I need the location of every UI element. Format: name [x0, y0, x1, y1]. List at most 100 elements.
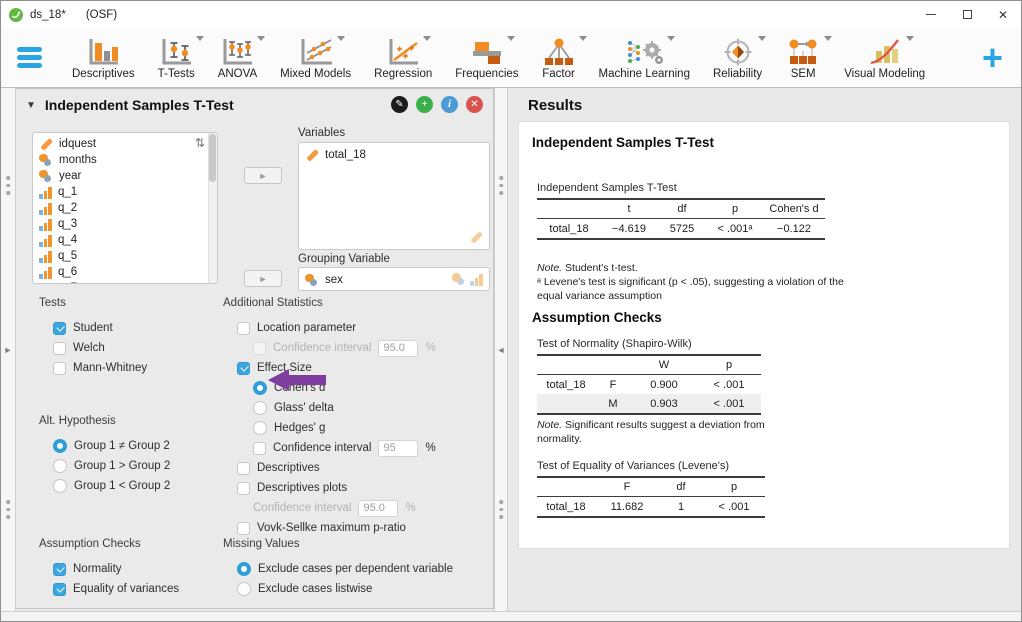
- equality-variances-checkbox[interactable]: [53, 583, 66, 596]
- descriptives-checkbox[interactable]: [237, 462, 250, 475]
- duplicate-analysis-button[interactable]: +: [416, 96, 433, 113]
- variables-scrollbar[interactable]: [208, 133, 217, 283]
- grouping-variable-box[interactable]: sex: [298, 267, 490, 291]
- cohens-d-radio[interactable]: [253, 381, 267, 395]
- move-to-grouping-button[interactable]: ►: [244, 270, 282, 287]
- ttest-section-heading[interactable]: Independent Samples T-Test: [532, 135, 714, 150]
- window-controls: ✕: [913, 1, 1021, 28]
- variable-item[interactable]: q_1: [33, 184, 217, 200]
- ribbon-t-tests[interactable]: T-Tests: [158, 36, 195, 80]
- assumption-checks-heading[interactable]: Assumption Checks: [532, 310, 662, 325]
- less-radio[interactable]: [53, 479, 67, 493]
- variable-item[interactable]: q_7: [33, 280, 217, 284]
- title-bar: ds_18* (OSF) ✕: [1, 1, 1021, 28]
- allowed-types-icons: [452, 273, 483, 286]
- additional-statistics-section: Additional Statistics Location parameter…: [223, 297, 491, 538]
- move-to-variables-button[interactable]: ►: [244, 167, 282, 184]
- results-splitter[interactable]: ◄: [494, 88, 508, 612]
- data-panel-splitter[interactable]: ►: [1, 88, 16, 612]
- descriptives-plots-checkbox[interactable]: [237, 482, 250, 495]
- results-panel: Results Independent Samples T-Test Indep…: [508, 88, 1022, 622]
- ribbon-items: Descriptives T-Tests ANOVA: [72, 36, 925, 80]
- dropdown-caret-icon: [507, 36, 515, 41]
- variables-box[interactable]: total_18: [298, 142, 490, 250]
- two-sided-radio[interactable]: [53, 439, 67, 453]
- ribbon-regression[interactable]: Regression: [374, 36, 432, 80]
- ribbon-machine-learning[interactable]: Machine Learning: [599, 36, 690, 80]
- scrollbar-thumb[interactable]: [209, 134, 216, 182]
- normality-table: W p total_18 F 0.900 < .001 M: [537, 354, 761, 415]
- close-button[interactable]: ✕: [985, 1, 1021, 28]
- normality-checkbox[interactable]: [53, 563, 66, 576]
- splitter-drag-handle[interactable]: [6, 176, 10, 195]
- ribbon-visual-modeling[interactable]: Visual Modeling: [844, 36, 925, 80]
- ribbon-anova[interactable]: ANOVA: [218, 36, 257, 80]
- glass-delta-radio[interactable]: [253, 401, 267, 415]
- analysis-header[interactable]: ▼ Independent Samples T-Test: [26, 97, 234, 113]
- normality-table-title[interactable]: Test of Normality (Shapiro-Wilk): [537, 338, 692, 350]
- variable-item[interactable]: q_3: [33, 216, 217, 232]
- greater-radio[interactable]: [53, 459, 67, 473]
- splitter-drag-handle[interactable]: [499, 176, 503, 195]
- missing-values-section: Missing Values Exclude cases per depende…: [223, 538, 453, 599]
- ribbon-factor[interactable]: Factor: [542, 36, 576, 80]
- maximize-button[interactable]: [949, 1, 985, 28]
- available-variables-list[interactable]: idquest months year q_1 q_2 q_3 q_4 q_5 …: [32, 132, 218, 284]
- data-view-handle[interactable]: [1, 611, 1021, 621]
- ttest-table-title[interactable]: Independent Samples T-Test: [537, 182, 677, 194]
- nominal-icon: [39, 170, 53, 183]
- sort-variables-icon[interactable]: ⇅: [195, 136, 205, 150]
- variable-item[interactable]: idquest: [33, 136, 217, 152]
- student-checkbox[interactable]: [53, 322, 66, 335]
- app-window: ds_18* (OSF) ✕ Descriptives: [0, 0, 1022, 622]
- anova-icon: [220, 36, 254, 67]
- edit-title-button[interactable]: ✎: [391, 96, 408, 113]
- welch-checkbox[interactable]: [53, 342, 66, 355]
- variable-item[interactable]: q_2: [33, 200, 217, 216]
- variables-label: Variables: [298, 127, 345, 139]
- variable-item[interactable]: year: [33, 168, 217, 184]
- remove-analysis-button[interactable]: ✕: [466, 96, 483, 113]
- exclude-per-dependent-radio[interactable]: [237, 562, 251, 576]
- info-button[interactable]: i: [441, 96, 458, 113]
- ribbon-descriptives[interactable]: Descriptives: [72, 36, 135, 80]
- dropdown-caret-icon: [906, 36, 914, 41]
- ci-location-input[interactable]: [378, 340, 418, 357]
- window-title: ds_18*: [30, 9, 66, 21]
- add-analysis-button[interactable]: +: [982, 45, 1003, 71]
- variable-item[interactable]: q_4: [33, 232, 217, 248]
- variable-item[interactable]: q_6: [33, 264, 217, 280]
- hamburger-menu-icon[interactable]: [17, 47, 42, 68]
- assigned-variable[interactable]: total_18: [299, 143, 489, 163]
- splitter-drag-handle[interactable]: [499, 500, 503, 519]
- expand-options-icon[interactable]: ◄: [497, 346, 506, 355]
- analysis-title: Independent Samples T-Test: [45, 97, 234, 113]
- ci-effect-input[interactable]: [378, 440, 418, 457]
- ci-effect-checkbox[interactable]: [253, 442, 266, 455]
- exclude-listwise-radio[interactable]: [237, 582, 251, 596]
- ribbon-reliability[interactable]: Reliability: [713, 36, 762, 80]
- allowed-scale-icon: [469, 230, 483, 244]
- splitter-drag-handle[interactable]: [6, 500, 10, 519]
- vovk-sellke-checkbox[interactable]: [237, 522, 250, 535]
- ribbon-sem[interactable]: SEM: [785, 36, 821, 80]
- variable-item[interactable]: q_5: [33, 248, 217, 264]
- effect-size-checkbox[interactable]: [237, 362, 250, 375]
- frequencies-icon: [470, 36, 504, 67]
- ribbon-mixed-models[interactable]: Mixed Models: [280, 36, 351, 80]
- levene-table-title[interactable]: Test of Equality of Variances (Levene's): [537, 460, 729, 472]
- ci-location-checkbox[interactable]: [253, 342, 266, 355]
- tests-section-label: Tests: [39, 297, 147, 313]
- location-parameter-checkbox[interactable]: [237, 322, 250, 335]
- expand-data-panel-icon[interactable]: ►: [4, 346, 13, 355]
- collapse-analysis-icon[interactable]: ▼: [26, 100, 36, 111]
- mann-whitney-checkbox[interactable]: [53, 362, 66, 375]
- minimize-button[interactable]: [913, 1, 949, 28]
- hedges-g-radio[interactable]: [253, 421, 267, 435]
- ordinal-icon: [39, 186, 52, 199]
- ordinal-icon: [39, 282, 52, 285]
- variable-item[interactable]: months: [33, 152, 217, 168]
- ribbon-frequencies[interactable]: Frequencies: [455, 36, 518, 80]
- ci-plots-input[interactable]: [358, 500, 398, 517]
- scale-icon: [305, 148, 319, 162]
